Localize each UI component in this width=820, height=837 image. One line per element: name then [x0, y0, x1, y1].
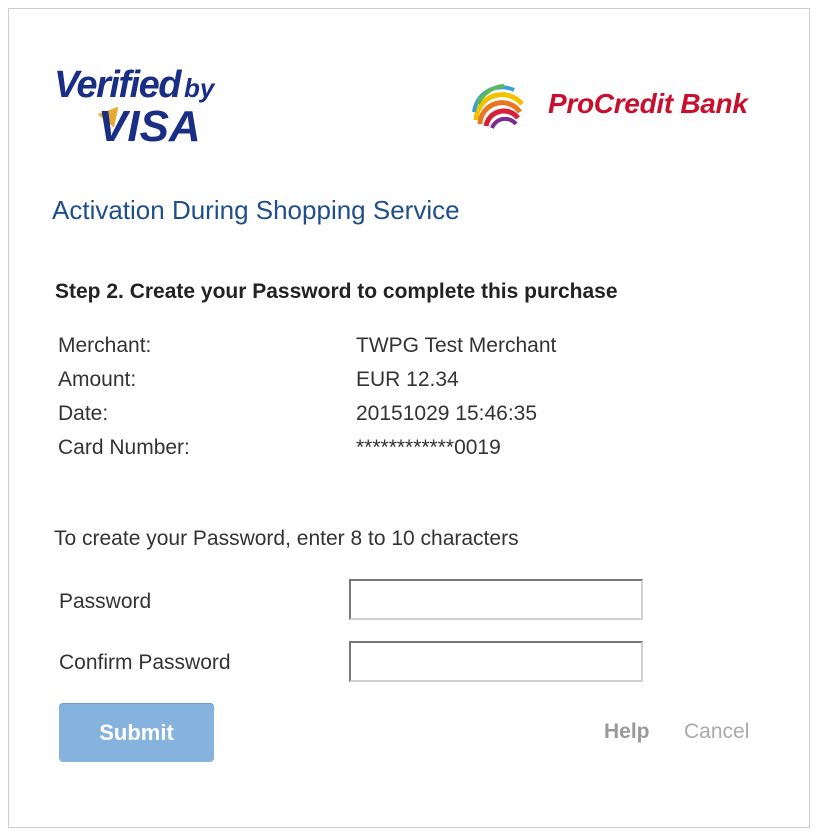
password-label: Password — [59, 590, 152, 613]
page-title: Activation During Shopping Service — [52, 195, 460, 225]
submit-button[interactable]: Submit — [59, 703, 214, 762]
detail-label: Card Number: — [58, 436, 190, 459]
logo-verified-text: Verified — [54, 64, 181, 106]
detail-value: TWPG Test Merchant — [356, 334, 557, 357]
help-link[interactable]: Help — [604, 720, 650, 744]
password-hint: To create your Password, enter 8 to 10 c… — [54, 527, 519, 550]
confirm-password-input[interactable] — [349, 641, 643, 682]
cancel-link[interactable]: Cancel — [684, 720, 749, 744]
detail-value: 20151029 15:46:35 — [356, 402, 538, 425]
detail-label: Merchant: — [58, 334, 152, 357]
detail-value: EUR 12.34 — [356, 368, 459, 391]
detail-label: Amount: — [58, 368, 137, 391]
detail-value: ************0019 — [356, 436, 501, 459]
logo-by-text: by — [183, 73, 215, 103]
procredit-swirl-icon — [472, 84, 524, 129]
verified-by-visa-logo: Verified by VISA — [54, 64, 254, 154]
password-input[interactable] — [349, 579, 643, 620]
bank-name: ProCredit Bank — [548, 88, 748, 119]
step-heading: Step 2. Create your Password to complete… — [55, 280, 618, 303]
logo-visa-text: VISA — [98, 102, 201, 151]
confirm-password-label: Confirm Password — [59, 651, 231, 674]
detail-label: Date: — [58, 402, 109, 425]
